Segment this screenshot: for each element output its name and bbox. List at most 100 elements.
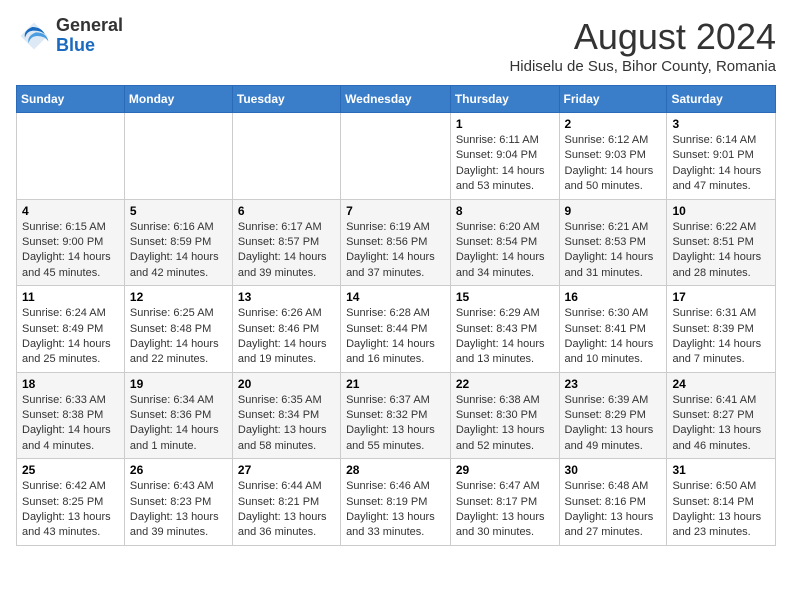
day-number: 6: [238, 204, 335, 218]
calendar-cell: 13 Sunrise: 6:26 AM Sunset: 8:46 PM Dayli…: [232, 286, 340, 373]
day-info: Sunrise: 6:26 AM Sunset: 8:46 PM Dayligh…: [238, 306, 335, 368]
day-number: 19: [130, 377, 227, 391]
day-info: Sunrise: 6:15 AM Sunset: 9:00 PM Dayligh…: [22, 220, 119, 282]
day-number: 18: [22, 377, 119, 391]
day-number: 29: [456, 463, 554, 477]
day-info: Sunrise: 6:25 AM Sunset: 8:48 PM Dayligh…: [130, 306, 227, 368]
logo-icon: [16, 18, 52, 54]
calendar-cell: 2Sunrise: 6:12 AM Sunset: 9:03 PM Daylig…: [559, 113, 667, 200]
day-info: Sunrise: 6:44 AM Sunset: 8:21 PM Dayligh…: [238, 479, 335, 541]
title-block: August 2024 Hidiselu de Sus, Bihor Count…: [509, 16, 776, 75]
day-info: Sunrise: 6:46 AM Sunset: 8:19 PM Dayligh…: [346, 479, 445, 541]
calendar-cell: 21 Sunrise: 6:37 AM Sunset: 8:32 PM Dayli…: [341, 372, 451, 459]
day-number: 10: [672, 204, 770, 218]
day-number: 17: [672, 290, 770, 304]
day-info: Sunrise: 6:43 AM Sunset: 8:23 PM Dayligh…: [130, 479, 227, 541]
day-number: 28: [346, 463, 445, 477]
day-number: 31: [672, 463, 770, 477]
day-number: 5: [130, 204, 227, 218]
calendar-cell: 1 Sunrise: 6:11 AM Sunset: 9:04 PM Daylig…: [450, 113, 559, 200]
day-info: Sunrise: 6:11 AM Sunset: 9:04 PM Dayligh…: [456, 133, 554, 195]
day-number: 1: [456, 117, 554, 131]
day-number: 30: [565, 463, 662, 477]
day-header-thursday: Thursday: [450, 86, 559, 113]
calendar-cell: 12 Sunrise: 6:25 AM Sunset: 8:48 PM Dayli…: [124, 286, 232, 373]
day-info: Sunrise: 6:42 AM Sunset: 8:25 PM Dayligh…: [22, 479, 119, 541]
calendar-cell: 15Sunrise: 6:29 AM Sunset: 8:43 PM Dayli…: [450, 286, 559, 373]
calendar-cell: 22 Sunrise: 6:38 AM Sunset: 8:30 PM Dayli…: [450, 372, 559, 459]
calendar-cell: 9 Sunrise: 6:21 AM Sunset: 8:53 PM Daylig…: [559, 199, 667, 286]
calendar-cell: 24Sunrise: 6:41 AM Sunset: 8:27 PM Dayli…: [667, 372, 776, 459]
day-number: 21: [346, 377, 445, 391]
calendar-cell: 16 Sunrise: 6:30 AM Sunset: 8:41 PM Dayli…: [559, 286, 667, 373]
day-info: Sunrise: 6:21 AM Sunset: 8:53 PM Dayligh…: [565, 220, 662, 282]
calendar-cell: [17, 113, 125, 200]
day-info: Sunrise: 6:28 AM Sunset: 8:44 PM Dayligh…: [346, 306, 445, 368]
day-number: 16: [565, 290, 662, 304]
day-info: Sunrise: 6:37 AM Sunset: 8:32 PM Dayligh…: [346, 393, 445, 455]
day-header-sunday: Sunday: [17, 86, 125, 113]
day-header-monday: Monday: [124, 86, 232, 113]
day-info: Sunrise: 6:14 AM Sunset: 9:01 PM Dayligh…: [672, 133, 770, 195]
day-info: Sunrise: 6:33 AM Sunset: 8:38 PM Dayligh…: [22, 393, 119, 455]
calendar-cell: 10Sunrise: 6:22 AM Sunset: 8:51 PM Dayli…: [667, 199, 776, 286]
day-number: 22: [456, 377, 554, 391]
day-number: 9: [565, 204, 662, 218]
calendar-cell: 31Sunrise: 6:50 AM Sunset: 8:14 PM Dayli…: [667, 459, 776, 546]
calendar-cell: [124, 113, 232, 200]
day-header-tuesday: Tuesday: [232, 86, 340, 113]
calendar-week-row: 25Sunrise: 6:42 AM Sunset: 8:25 PM Dayli…: [17, 459, 776, 546]
month-year-title: August 2024: [509, 16, 776, 58]
calendar-week-row: 18 Sunrise: 6:33 AM Sunset: 8:38 PM Dayli…: [17, 372, 776, 459]
day-number: 20: [238, 377, 335, 391]
calendar-header-row: SundayMondayTuesdayWednesdayThursdayFrid…: [17, 86, 776, 113]
day-info: Sunrise: 6:47 AM Sunset: 8:17 PM Dayligh…: [456, 479, 554, 541]
calendar-cell: 29 Sunrise: 6:47 AM Sunset: 8:17 PM Dayli…: [450, 459, 559, 546]
calendar-cell: 26 Sunrise: 6:43 AM Sunset: 8:23 PM Dayli…: [124, 459, 232, 546]
calendar-cell: 8 Sunrise: 6:20 AM Sunset: 8:54 PM Daylig…: [450, 199, 559, 286]
calendar-cell: 30Sunrise: 6:48 AM Sunset: 8:16 PM Dayli…: [559, 459, 667, 546]
logo-general-text: General: [56, 15, 123, 35]
day-number: 8: [456, 204, 554, 218]
day-info: Sunrise: 6:20 AM Sunset: 8:54 PM Dayligh…: [456, 220, 554, 282]
day-header-saturday: Saturday: [667, 86, 776, 113]
calendar-cell: 23Sunrise: 6:39 AM Sunset: 8:29 PM Dayli…: [559, 372, 667, 459]
day-header-friday: Friday: [559, 86, 667, 113]
day-number: 27: [238, 463, 335, 477]
day-info: Sunrise: 6:24 AM Sunset: 8:49 PM Dayligh…: [22, 306, 119, 368]
calendar-cell: 5Sunrise: 6:16 AM Sunset: 8:59 PM Daylig…: [124, 199, 232, 286]
day-info: Sunrise: 6:30 AM Sunset: 8:41 PM Dayligh…: [565, 306, 662, 368]
day-info: Sunrise: 6:17 AM Sunset: 8:57 PM Dayligh…: [238, 220, 335, 282]
day-info: Sunrise: 6:31 AM Sunset: 8:39 PM Dayligh…: [672, 306, 770, 368]
calendar-cell: [232, 113, 340, 200]
calendar-table: SundayMondayTuesdayWednesdayThursdayFrid…: [16, 85, 776, 546]
calendar-week-row: 11 Sunrise: 6:24 AM Sunset: 8:49 PM Dayli…: [17, 286, 776, 373]
calendar-cell: 6 Sunrise: 6:17 AM Sunset: 8:57 PM Daylig…: [232, 199, 340, 286]
calendar-cell: 27 Sunrise: 6:44 AM Sunset: 8:21 PM Dayli…: [232, 459, 340, 546]
calendar-week-row: 1 Sunrise: 6:11 AM Sunset: 9:04 PM Daylig…: [17, 113, 776, 200]
calendar-cell: 11 Sunrise: 6:24 AM Sunset: 8:49 PM Dayli…: [17, 286, 125, 373]
day-number: 24: [672, 377, 770, 391]
day-number: 3: [672, 117, 770, 131]
day-info: Sunrise: 6:38 AM Sunset: 8:30 PM Dayligh…: [456, 393, 554, 455]
logo: General Blue: [16, 16, 123, 56]
day-number: 13: [238, 290, 335, 304]
day-number: 26: [130, 463, 227, 477]
day-info: Sunrise: 6:19 AM Sunset: 8:56 PM Dayligh…: [346, 220, 445, 282]
calendar-cell: 19Sunrise: 6:34 AM Sunset: 8:36 PM Dayli…: [124, 372, 232, 459]
day-number: 15: [456, 290, 554, 304]
day-number: 12: [130, 290, 227, 304]
logo-blue-text: Blue: [56, 35, 95, 55]
calendar-week-row: 4Sunrise: 6:15 AM Sunset: 9:00 PM Daylig…: [17, 199, 776, 286]
day-number: 11: [22, 290, 119, 304]
calendar-cell: 14 Sunrise: 6:28 AM Sunset: 8:44 PM Dayli…: [341, 286, 451, 373]
day-number: 2: [565, 117, 662, 131]
calendar-cell: 7 Sunrise: 6:19 AM Sunset: 8:56 PM Daylig…: [341, 199, 451, 286]
calendar-cell: 3 Sunrise: 6:14 AM Sunset: 9:01 PM Daylig…: [667, 113, 776, 200]
day-number: 23: [565, 377, 662, 391]
calendar-cell: 28 Sunrise: 6:46 AM Sunset: 8:19 PM Dayli…: [341, 459, 451, 546]
day-number: 7: [346, 204, 445, 218]
calendar-cell: 25Sunrise: 6:42 AM Sunset: 8:25 PM Dayli…: [17, 459, 125, 546]
day-number: 14: [346, 290, 445, 304]
calendar-cell: 18 Sunrise: 6:33 AM Sunset: 8:38 PM Dayli…: [17, 372, 125, 459]
